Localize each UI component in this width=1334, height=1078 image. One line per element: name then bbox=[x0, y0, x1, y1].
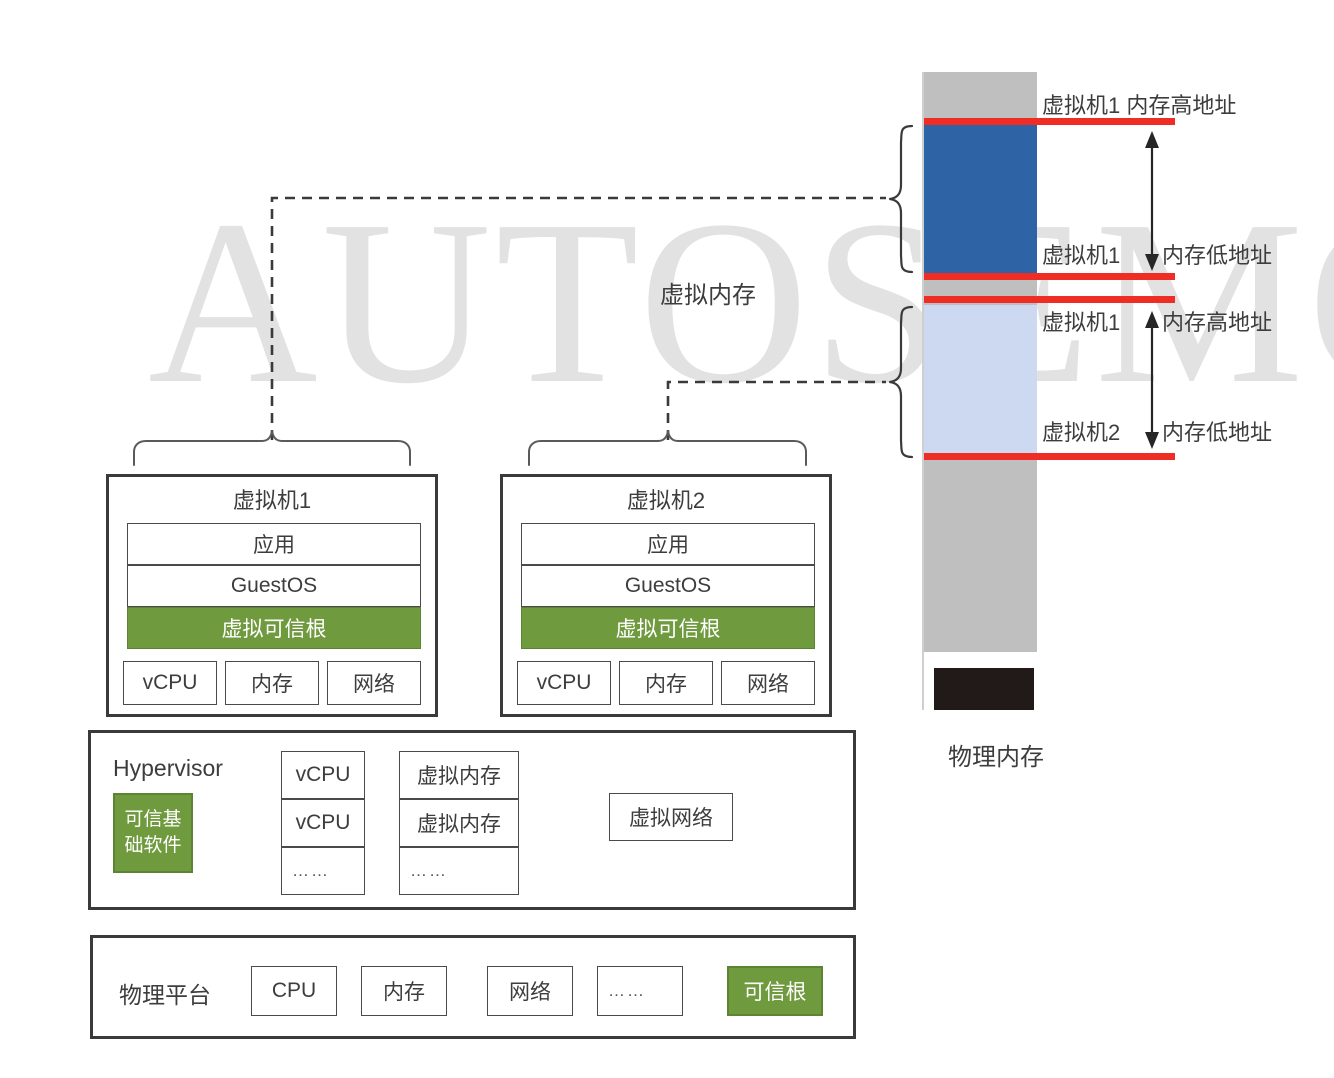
brace-vm2-top bbox=[529, 431, 806, 465]
brace-memory-vm1 bbox=[890, 126, 912, 272]
connector-overlay bbox=[0, 0, 1159, 1078]
dashed-connector-vm1 bbox=[272, 198, 886, 440]
brace-memory-vm2 bbox=[890, 307, 912, 457]
dashed-connector-vm2 bbox=[668, 382, 886, 440]
